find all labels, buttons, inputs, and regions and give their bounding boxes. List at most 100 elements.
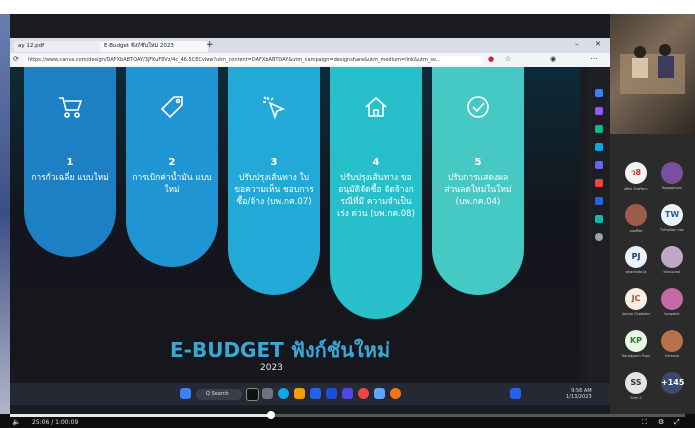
- participant-name: phanitida ja: [625, 270, 647, 274]
- extension-icon[interactable]: ●: [488, 55, 494, 63]
- edge-icon[interactable]: [278, 388, 289, 399]
- video-player[interactable]: ay 12.pdf E-Budget ฟังก์ชันใหม่ 2023 + –…: [0, 0, 695, 428]
- fullscreen-icon[interactable]: ⤢: [674, 418, 680, 427]
- participant-name: kitisuchat: [663, 270, 681, 274]
- avatar: +145: [661, 372, 684, 394]
- card-number: 2: [168, 157, 176, 168]
- camera-feed: [610, 14, 695, 134]
- participant-name: kritsana: [664, 354, 680, 358]
- participant-tile[interactable]: TW Thitiphon nan: [658, 204, 686, 232]
- click-icon: [260, 93, 288, 121]
- tools-icon[interactable]: [595, 125, 603, 133]
- tag-icon: [158, 93, 186, 121]
- star-icon[interactable]: ☆: [505, 55, 511, 63]
- top-bar: [0, 0, 695, 14]
- participant-tile[interactable]: kpapaint: [658, 288, 686, 316]
- presentation-slide: 1 การกั่วเฉลี่ย แบบใหม่ 2 การเบิกค่าน้ำม…: [10, 67, 580, 383]
- minimize-icon[interactable]: –: [575, 40, 579, 48]
- participant-tile[interactable]: KP Kanokporn Pupat: [622, 330, 650, 358]
- profile-icon[interactable]: ◉: [550, 55, 556, 63]
- participant-name: มนฤดีพร: [629, 229, 643, 233]
- copilot-icon[interactable]: [595, 107, 603, 115]
- shared-screen: ay 12.pdf E-Budget ฟังก์ชันใหม่ 2023 + –…: [10, 14, 610, 414]
- participant-name: Kanokporn Pupat: [622, 354, 650, 358]
- search-icon[interactable]: [595, 89, 603, 97]
- progress-thumb[interactable]: [267, 411, 276, 419]
- participant-tile[interactable]: SS Sirin S: [622, 372, 650, 400]
- drop-icon[interactable]: [595, 197, 603, 205]
- card-label: ปรับปรุงเส้นทาง ขออนุมัติจัดซื้อ จัดจ้าง…: [337, 173, 415, 219]
- avatar: JC: [625, 288, 647, 310]
- add-icon[interactable]: [595, 233, 603, 241]
- browser-tab-bar: ay 12.pdf E-Budget ฟังก์ชันใหม่ 2023 + –…: [10, 38, 610, 53]
- word-icon[interactable]: [374, 388, 385, 399]
- card-label: การกั่วเฉลี่ย แบบใหม่: [31, 173, 109, 183]
- office-icon[interactable]: [595, 161, 603, 169]
- card-number: 5: [474, 157, 482, 168]
- participant-name: Sirin S: [630, 396, 642, 400]
- app-icon[interactable]: [342, 388, 353, 399]
- close-icon[interactable]: ✕: [595, 40, 601, 48]
- participant-name: อธิพร จันทร์ตระ: [623, 187, 649, 191]
- participant-tile[interactable]: Yoppaphorn: [658, 162, 686, 190]
- new-tab-icon[interactable]: +: [206, 40, 214, 50]
- outlook-icon[interactable]: [595, 179, 603, 187]
- theater-icon[interactable]: ⛶: [642, 418, 647, 427]
- chrome-icon[interactable]: [358, 388, 369, 399]
- participant-tile[interactable]: JC Jamon Chatkaew: [622, 288, 650, 316]
- participant-name: Yoppaphorn: [661, 186, 683, 190]
- avatar: KP: [625, 330, 647, 352]
- check-icon: [464, 93, 492, 121]
- avatar: [661, 162, 683, 184]
- browser-tab[interactable]: ay 12.pdf: [14, 41, 102, 52]
- card-number: 3: [270, 157, 278, 168]
- address-bar: ⟳ https://www.canva.com/design/DAFXbABTO…: [10, 53, 610, 67]
- avatar: [661, 288, 683, 310]
- settings-icon[interactable]: ⚙: [658, 418, 664, 426]
- player-controls: 🔈 25:06 / 1:00:09 ⛶ ⚙ ⤢: [0, 411, 695, 428]
- time-display: 25:06 / 1:00:09: [32, 419, 79, 426]
- menu-icon[interactable]: ⋯: [590, 54, 598, 63]
- avatar: TW: [661, 204, 683, 226]
- home-icon: [362, 93, 390, 121]
- tree-icon[interactable]: [595, 215, 603, 223]
- card-number: 1: [66, 157, 74, 168]
- games-icon[interactable]: [595, 143, 603, 151]
- taskview-icon[interactable]: [246, 388, 259, 401]
- windows-taskbar: Q Search 9:56 AM 1/13/2023: [10, 383, 610, 405]
- participant-tile[interactable]: ว8 อธิพร จันทร์ตระ: [622, 162, 650, 192]
- card-3: 3 ปรับปรุงเส้นทาง ใบขอความเห็น ชอบการซื้…: [228, 67, 320, 295]
- participant-name: Jamon Chatkaew: [622, 312, 650, 316]
- refresh-icon[interactable]: ⟳: [13, 55, 19, 63]
- url-field[interactable]: https://www.canva.com/design/DAFXbABTOAY…: [24, 56, 483, 65]
- browser-tab-active[interactable]: E-Budget ฟังก์ชันใหม่ 2023: [100, 41, 208, 52]
- avatar: [661, 246, 683, 268]
- start-icon[interactable]: [180, 388, 191, 399]
- participant-tile[interactable]: PJ phanitida ja: [622, 246, 650, 274]
- participant-tile[interactable]: kritsana: [658, 330, 686, 358]
- firefox-icon[interactable]: [390, 388, 401, 399]
- cart-icon: [56, 93, 84, 121]
- avatar: PJ: [625, 246, 647, 268]
- participant-name: kpapaint: [664, 312, 680, 316]
- participant-tile[interactable]: kitisuchat: [658, 246, 686, 274]
- participant-tile[interactable]: +145: [658, 372, 686, 396]
- clock-date: 1/13/2023: [566, 394, 592, 400]
- card-4: 4 ปรับปรุงเส้นทาง ขออนุมัติจัดซื้อ จัดจ้…: [330, 67, 422, 319]
- card-label: การเบิกค่าน้ำมัน แบบใหม่: [132, 173, 212, 195]
- taskbar-search[interactable]: Q Search: [196, 389, 242, 400]
- taskbar-clock: 9:56 AM 1/13/2023: [566, 388, 592, 400]
- progress-fill: [10, 414, 272, 417]
- left-edge: [0, 14, 10, 414]
- tray-icon[interactable]: [510, 388, 521, 399]
- store-icon[interactable]: [310, 388, 321, 399]
- participants-panel: ว8 อธิพร จันทร์ตระ Yoppaphorn มนฤดีพร TW Thit…: [610, 14, 695, 414]
- participant-tile[interactable]: มนฤดีพร: [622, 204, 650, 234]
- volume-icon[interactable]: 🔈: [12, 418, 21, 426]
- avatar: [661, 330, 683, 352]
- chat-icon[interactable]: [262, 388, 273, 399]
- explorer-icon[interactable]: [294, 388, 305, 399]
- avatar: ว8: [625, 162, 647, 184]
- card-label: ปรับปรุงเส้นทาง ใบขอความเห็น ชอบการซื้อ/…: [234, 173, 314, 207]
- mail-icon[interactable]: [326, 388, 337, 399]
